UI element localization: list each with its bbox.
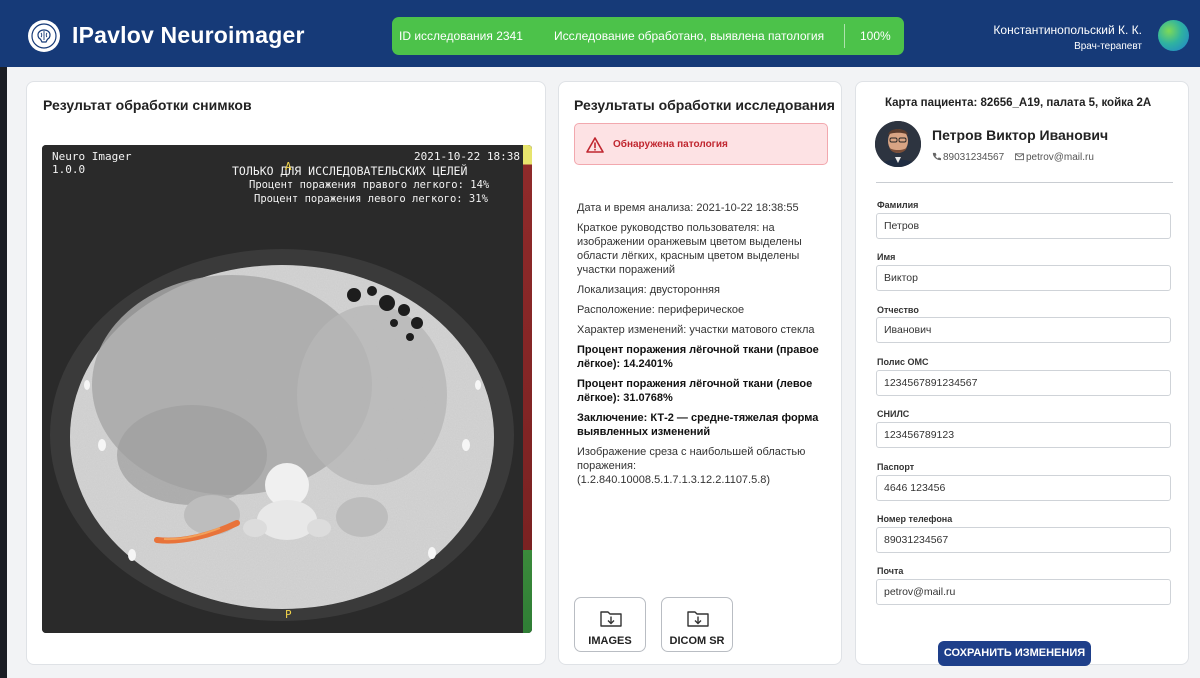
user-avatar[interactable] <box>1158 20 1189 51</box>
ct-posterior-marker: P <box>285 608 292 621</box>
patient-photo <box>875 121 921 167</box>
study-status-message: Исследование обработано, выявлена патоло… <box>554 29 825 43</box>
study-progress: 100% <box>860 29 891 43</box>
download-dicom-sr-button[interactable]: DICOM SR <box>661 597 733 652</box>
location: Расположение: периферическое <box>577 304 745 316</box>
user-role: Врач-терапевт <box>1074 41 1142 52</box>
passport-label: Паспорт <box>877 462 915 472</box>
ct-anterior-marker: A <box>285 160 292 173</box>
ct-brand-version: 1.0.0 <box>52 163 86 176</box>
snils-label: СНИЛС <box>877 409 910 419</box>
download-dicom-sr-label: DICOM SR <box>669 635 725 647</box>
divider <box>876 182 1173 183</box>
ct-scan-image <box>42 145 532 633</box>
ct-color-scale <box>523 145 532 633</box>
passport-field[interactable]: 4646 123456 <box>876 475 1171 501</box>
phone-icon <box>932 152 941 161</box>
status-divider <box>844 24 845 48</box>
pathology-alert-text: Обнаружена патология <box>613 139 728 150</box>
ct-brand: Neuro Imager 1.0.0 <box>52 150 131 176</box>
user-guide: Краткое руководство пользователя: на изо… <box>577 222 802 276</box>
patronymic-label: Отчество <box>877 305 919 315</box>
phone-field[interactable]: 89031234567 <box>876 527 1171 553</box>
ct-left-lung: Процент поражения левого легкого: 31% <box>254 193 488 205</box>
patient-name: Петров Виктор Иванович <box>932 127 1109 143</box>
study-status-bar: ID исследования 2341 Исследование обрабо… <box>392 17 904 55</box>
ct-research-note: ТОЛЬКО ДЛЯ ИССЛЕДОВАТЕЛЬСКИХ ЦЕЛЕЙ <box>232 164 468 178</box>
ct-right-lung: Процент поражения правого легкого: 14% <box>249 179 490 191</box>
study-results-title: Результаты обработки исследования <box>574 97 835 113</box>
patient-contacts: 89031234567 petrov@mail.ru <box>932 152 1094 163</box>
oms-field[interactable]: 1234567891234567 <box>876 370 1171 396</box>
image-result-title: Результат обработки снимков <box>43 97 252 113</box>
surname-field[interactable]: Петров <box>876 213 1171 239</box>
pathology-alert: Обнаружена патология <box>574 123 828 165</box>
max-lesion-slice: Изображение среза с наибольшей областью … <box>577 446 806 486</box>
patient-phone-text: 89031234567 <box>943 152 1005 163</box>
mail-icon <box>1014 153 1024 161</box>
user-name: Константинопольский К. К. <box>993 23 1142 37</box>
ct-date: 2021-10-22 18:38 <box>414 150 520 163</box>
save-changes-button[interactable]: СОХРАНИТЬ ИЗМЕНЕНИЯ <box>938 641 1091 666</box>
patient-card-title: Карта пациента: 82656_A19, палата 5, кой… <box>885 97 1152 109</box>
brain-logo-icon <box>28 20 60 52</box>
patronymic-field[interactable]: Иванович <box>876 317 1171 343</box>
download-images-label: IMAGES <box>588 635 632 647</box>
download-images-button[interactable]: IMAGES <box>574 597 646 652</box>
surname-label: Фамилия <box>877 200 919 210</box>
oms-label: Полис ОМС <box>877 357 929 367</box>
email-label: Почта <box>877 566 904 576</box>
right-lung-percent: Процент поражения лёгочной ткани (правое… <box>577 344 819 370</box>
conclusion: Заключение: КТ-2 — средне-тяжелая форма … <box>577 412 819 438</box>
name-field[interactable]: Виктор <box>876 265 1171 291</box>
analysis-datetime: Дата и время анализа: 2021-10-22 18:38:5… <box>577 202 799 214</box>
left-lung-percent: Процент поражения лёгочной ткани (левое … <box>577 378 813 404</box>
app-title: IPavlov Neuroimager <box>72 22 305 48</box>
phone-label: Номер телефона <box>877 514 953 524</box>
localization: Локализация: двусторонняя <box>577 284 720 296</box>
patient-email-text: petrov@mail.ru <box>1025 152 1094 163</box>
study-results-panel: Результаты обработки исследования Обнару… <box>558 81 842 665</box>
ct-viewer[interactable]: Neuro Imager 1.0.0 2021-10-22 18:38 ТОЛЬ… <box>42 145 532 633</box>
folder-download-icon <box>687 611 709 627</box>
patient-email[interactable]: petrov@mail.ru <box>1014 152 1094 163</box>
ct-brand-name: Neuro Imager <box>52 150 132 163</box>
patient-phone[interactable]: 89031234567 <box>932 152 1004 163</box>
name-label: Имя <box>877 252 896 262</box>
app-header: IPavlov Neuroimager ID исследования 2341… <box>0 0 1200 67</box>
snils-field[interactable]: 123456789123 <box>876 422 1171 448</box>
warning-icon <box>586 137 604 153</box>
image-result-panel: Результат обработки снимков Neuro Imager… <box>26 81 546 665</box>
patient-card-panel: Карта пациента: 82656_A19, палата 5, кой… <box>855 81 1189 666</box>
folder-download-icon <box>600 611 622 627</box>
main-area: Результат обработки снимков Neuro Imager… <box>7 67 1200 678</box>
email-field[interactable]: petrov@mail.ru <box>876 579 1171 605</box>
analysis-results: Дата и время анализа: 2021-10-22 18:38:5… <box>577 201 827 493</box>
changes-type: Характер изменений: участки матового сте… <box>577 324 815 336</box>
study-id: ID исследования 2341 <box>399 29 523 43</box>
